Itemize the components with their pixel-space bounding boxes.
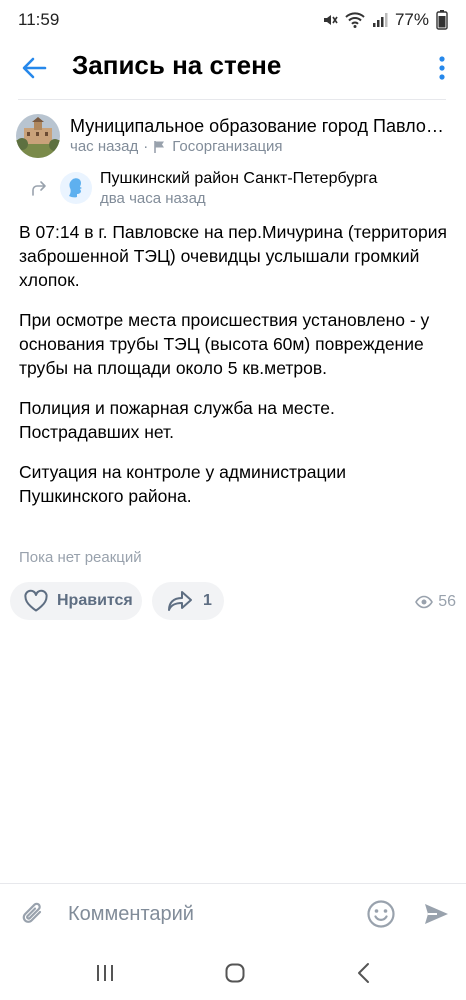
- back-button[interactable]: [20, 54, 48, 82]
- post-text: В 07:14 в г. Павловске на пер.Мичурина (…: [19, 220, 449, 524]
- mute-icon: [322, 12, 338, 28]
- home-icon: [225, 963, 245, 983]
- post-paragraph: В 07:14 в г. Павловске на пер.Мичурина (…: [19, 222, 447, 290]
- author-meta: час назад · Госорганизация: [70, 138, 283, 155]
- more-options-button[interactable]: [438, 54, 446, 82]
- meta-separator: ·: [143, 138, 149, 155]
- profile-silhouette-icon: [69, 178, 82, 198]
- avatar[interactable]: [16, 114, 60, 158]
- emoji-button[interactable]: [366, 899, 396, 929]
- attach-button[interactable]: [20, 900, 48, 928]
- flag-icon: [154, 140, 165, 153]
- author-category: Госорганизация: [172, 138, 283, 155]
- post-paragraph: Ситуация на контроле у администрации Пуш…: [19, 462, 347, 506]
- send-button[interactable]: [422, 900, 450, 928]
- wifi-icon: [345, 12, 365, 28]
- chevron-left-icon: [358, 963, 369, 983]
- status-icons: 77%: [322, 10, 448, 30]
- status-bar: 11:59 77%: [0, 0, 466, 40]
- arrow-left-icon: [22, 57, 47, 79]
- smile-icon: [367, 900, 395, 928]
- eye-icon: [415, 595, 434, 609]
- post-author: Муниципальное образование город Павловск…: [16, 114, 456, 164]
- recent-apps-icon: [97, 965, 113, 981]
- send-icon: [425, 904, 448, 924]
- post-time: час назад: [70, 138, 139, 155]
- like-label: Нравится: [57, 592, 133, 609]
- battery-level: 77%: [394, 10, 429, 29]
- app-header: Запись на стене: [0, 40, 466, 96]
- comment-bar: [0, 883, 466, 943]
- reactions-status: Пока нет реакций: [19, 549, 142, 566]
- share-button[interactable]: 1: [152, 582, 224, 620]
- status-time: 11:59: [18, 10, 60, 29]
- home-button[interactable]: [224, 962, 246, 984]
- post-paragraph: Полиция и пожарная служба на месте. Пост…: [19, 398, 335, 442]
- paperclip-icon: [22, 902, 42, 923]
- share-count: 1: [203, 592, 212, 609]
- system-nav-bar: [0, 950, 466, 1000]
- heart-icon: [24, 589, 48, 612]
- author-name[interactable]: Муниципальное образование город Павловск: [70, 116, 450, 137]
- views-count: 56: [438, 593, 456, 610]
- more-vertical-icon: [439, 56, 445, 80]
- views-counter: 56: [415, 593, 456, 611]
- recent-apps-button[interactable]: [94, 963, 116, 983]
- repost-time: два часа назад: [100, 190, 206, 207]
- post-paragraph: При осмотре места происшествия установле…: [19, 310, 430, 378]
- signal-icon: [372, 12, 388, 28]
- system-back-button[interactable]: [356, 962, 372, 984]
- repost-source[interactable]: Пушкинский район Санкт-Петербурга два ча…: [30, 168, 450, 212]
- repost-avatar: [60, 172, 92, 204]
- battery-icon: [436, 10, 448, 30]
- header-divider: [18, 99, 446, 100]
- repost-arrow-icon: [32, 181, 46, 196]
- share-icon: [168, 591, 192, 611]
- community-avatar-image: [16, 114, 60, 158]
- comment-input[interactable]: [68, 898, 348, 930]
- like-button[interactable]: Нравится: [10, 582, 142, 620]
- repost-source-name: Пушкинский район Санкт-Петербурга: [100, 170, 378, 187]
- page-title: Запись на стене: [72, 50, 282, 80]
